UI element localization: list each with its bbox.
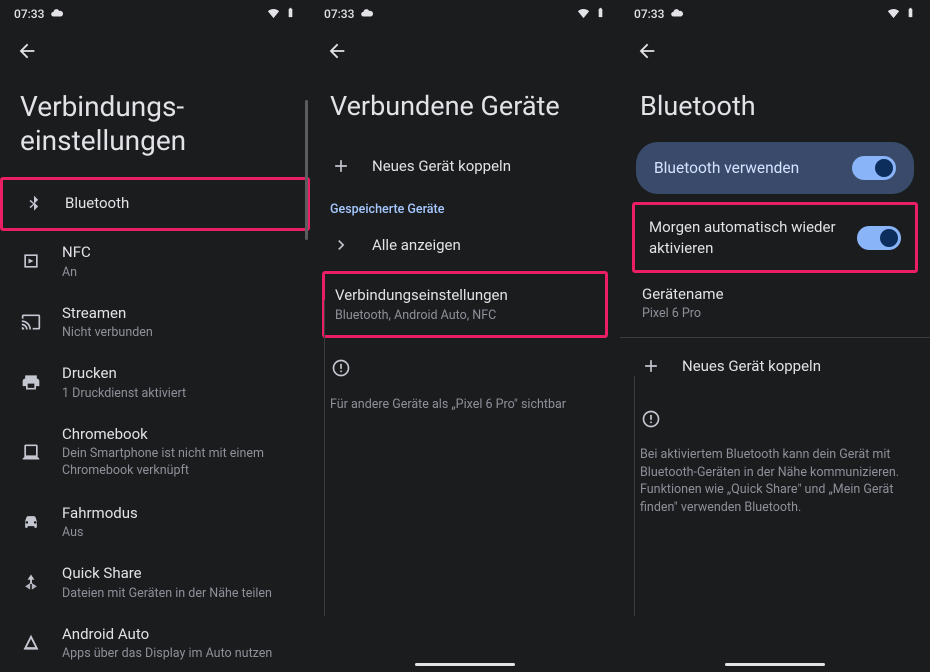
row-title: Verbindungseinstellungen <box>335 286 585 306</box>
print-icon <box>20 371 42 393</box>
row-title: Fahrmodus <box>62 504 290 524</box>
row-subtitle: 1 Druckdienst aktiviert <box>62 386 290 401</box>
row-info-icon <box>310 340 620 388</box>
row-subtitle: Aus <box>62 525 290 540</box>
section-saved-devices: Gespeicherte Geräte <box>310 190 620 221</box>
row-quickshare[interactable]: Quick Share Dateien mit Geräten in der N… <box>0 552 310 613</box>
plus-icon <box>330 155 352 177</box>
row-title: Neues Gerät koppeln <box>682 357 910 377</box>
row-subtitle: Bluetooth, Android Auto, NFC <box>335 308 585 323</box>
page-title: Verbindungs-einstellungen <box>0 72 310 177</box>
battery-icon <box>905 5 916 23</box>
switch-on-icon <box>857 226 901 250</box>
nav-back[interactable] <box>310 28 620 72</box>
status-bar: 07:33 <box>0 0 310 28</box>
row-pair-new[interactable]: Neues Gerät koppeln <box>620 342 930 390</box>
row-title: Neues Gerät koppeln <box>372 157 600 177</box>
row-subtitle: Dateien mit Geräten in der Nähe teilen <box>62 586 290 601</box>
row-driving[interactable]: Fahrmodus Aus <box>0 492 310 553</box>
share-icon <box>20 572 42 594</box>
status-bar: 07:33 <box>310 0 620 28</box>
switch-on-icon <box>852 156 896 180</box>
row-connection-prefs[interactable]: Verbindungseinstellungen Bluetooth, Andr… <box>322 271 608 338</box>
screen-connected-devices: 07:33 Verbundene Geräte Neues Gerät kopp… <box>310 0 620 672</box>
screen-connection-prefs: 07:33 Verbindungs-einstellungen Bluetoot… <box>0 0 310 672</box>
row-subtitle: Apps über das Display im Auto nutzen <box>62 646 290 661</box>
battery-icon <box>595 5 606 23</box>
wifi-icon <box>886 5 901 23</box>
back-arrow-icon <box>636 40 658 62</box>
car-icon <box>20 511 42 533</box>
row-device-name[interactable]: Gerätename Pixel 6 Pro <box>620 273 930 334</box>
toggle-auto-enable[interactable]: Morgen automatisch wieder aktivieren <box>632 202 918 273</box>
home-indicator[interactable] <box>415 663 515 666</box>
scrollbar[interactable] <box>305 100 308 240</box>
divider <box>620 337 930 338</box>
plus-icon <box>640 355 662 377</box>
row-pair-new[interactable]: Neues Gerät koppeln <box>310 142 620 190</box>
divider <box>634 376 635 616</box>
row-title: Alle anzeigen <box>372 236 600 256</box>
toggle-label: Bluetooth verwenden <box>654 159 799 177</box>
status-bar: 07:33 <box>620 0 930 28</box>
cloud-icon <box>670 6 684 23</box>
row-info-icon <box>620 390 930 438</box>
nav-back[interactable] <box>620 28 930 72</box>
page-title: Verbundene Geräte <box>310 72 620 142</box>
divider <box>324 300 325 616</box>
status-time: 07:33 <box>324 7 354 21</box>
info-icon <box>640 408 662 430</box>
back-arrow-icon <box>326 40 348 62</box>
row-title: Quick Share <box>62 564 290 584</box>
row-nfc[interactable]: NFC An <box>0 231 310 292</box>
row-print[interactable]: Drucken 1 Druckdienst aktiviert <box>0 352 310 413</box>
wifi-icon <box>576 5 591 23</box>
row-title: NFC <box>62 243 290 263</box>
info-icon <box>330 357 352 379</box>
laptop-icon <box>20 441 42 463</box>
back-arrow-icon <box>16 40 38 62</box>
nav-back[interactable] <box>0 28 310 72</box>
android-auto-icon <box>20 632 42 654</box>
info-text: Bei aktiviertem Bluetooth kann dein Gerä… <box>620 438 930 528</box>
home-indicator[interactable] <box>725 663 825 666</box>
bluetooth-icon <box>23 193 45 215</box>
row-subtitle: Dein Smartphone ist nicht mit einem Chro… <box>62 446 290 480</box>
chevron-right-icon <box>330 234 352 256</box>
info-text: Für andere Geräte als „Pixel 6 Pro" sich… <box>310 388 620 426</box>
nfc-icon <box>20 250 42 272</box>
row-show-all[interactable]: Alle anzeigen <box>310 221 620 269</box>
screen-bluetooth: 07:33 Bluetooth Bluetooth verwenden Morg… <box>620 0 930 672</box>
row-title: Chromebook <box>62 425 290 445</box>
row-title: Bluetooth <box>65 194 287 214</box>
row-chromebook[interactable]: Chromebook Dein Smartphone ist nicht mit… <box>0 413 310 492</box>
toggle-label: Morgen automatisch wieder aktivieren <box>649 217 837 258</box>
status-time: 07:33 <box>14 7 44 21</box>
status-time: 07:33 <box>634 7 664 21</box>
cast-icon <box>20 311 42 333</box>
battery-icon <box>285 5 296 23</box>
row-subtitle: An <box>62 265 290 280</box>
toggle-use-bluetooth[interactable]: Bluetooth verwenden <box>636 142 914 194</box>
row-title: Drucken <box>62 364 290 384</box>
page-title: Bluetooth <box>620 72 930 142</box>
wifi-icon <box>266 5 281 23</box>
row-bluetooth[interactable]: Bluetooth <box>0 177 310 231</box>
row-title: Streamen <box>62 304 290 324</box>
cloud-icon <box>50 6 64 23</box>
cloud-icon <box>360 6 374 23</box>
row-title: Android Auto <box>62 625 290 645</box>
row-subtitle: Nicht verbunden <box>62 325 290 340</box>
row-subtitle: Pixel 6 Pro <box>642 306 910 321</box>
row-title: Gerätename <box>642 285 910 305</box>
row-android-auto[interactable]: Android Auto Apps über das Display im Au… <box>0 613 310 672</box>
row-cast[interactable]: Streamen Nicht verbunden <box>0 292 310 353</box>
